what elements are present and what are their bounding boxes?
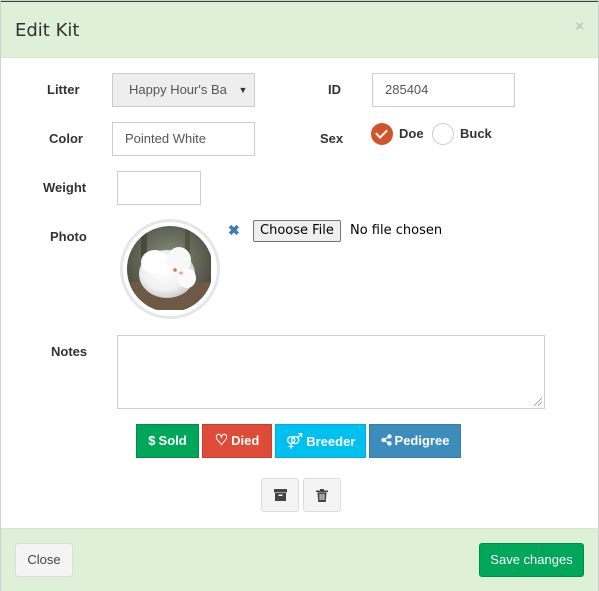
breeder-button[interactable]: ⚤ Breeder xyxy=(275,424,366,458)
sex-doe-label[interactable]: Doe xyxy=(399,126,424,141)
breeder-button-label: Breeder xyxy=(306,434,356,449)
pedigree-button-label: Pedigree xyxy=(394,433,450,448)
save-changes-button[interactable]: Save changes xyxy=(479,543,584,577)
archive-button[interactable] xyxy=(261,478,299,512)
weight-field[interactable] xyxy=(117,171,201,205)
sex-buck-label[interactable]: Buck xyxy=(460,126,492,141)
modal-header: Edit Kit × xyxy=(1,1,598,58)
dollar-icon: $ xyxy=(148,433,156,448)
remove-photo-icon[interactable]: ✖ xyxy=(228,222,240,239)
close-icon[interactable]: × xyxy=(575,18,584,35)
sex-buck-radio[interactable] xyxy=(432,123,454,145)
litter-select[interactable]: Happy Hour's Ba ▼ xyxy=(112,73,255,107)
delete-button[interactable] xyxy=(303,478,341,512)
share-icon xyxy=(380,425,392,457)
id-field[interactable]: 285404 xyxy=(372,73,515,107)
trash-icon xyxy=(316,489,328,502)
color-field[interactable]: Pointed White xyxy=(112,122,255,156)
id-label: ID xyxy=(328,82,341,97)
chevron-down-icon: ▼ xyxy=(238,74,248,106)
gender-icon: ⚤ xyxy=(285,432,304,450)
pedigree-button[interactable]: Pedigree xyxy=(369,424,461,458)
notes-textarea[interactable] xyxy=(117,335,545,409)
weight-label: Weight xyxy=(43,180,87,195)
litter-select-value: Happy Hour's Ba xyxy=(129,82,227,97)
photo-label: Photo xyxy=(50,229,87,244)
edit-kit-modal: Edit Kit × Litter Happy Hour's Ba ▼ ID 2… xyxy=(0,0,599,591)
sold-button-label: Sold xyxy=(158,433,187,448)
litter-label: Litter xyxy=(47,82,80,97)
modal-footer: Close Save changes xyxy=(1,528,598,591)
died-button[interactable]: ♡ Died xyxy=(202,424,272,458)
sex-doe-radio[interactable] xyxy=(371,123,393,145)
notes-label: Notes xyxy=(51,344,88,359)
color-label: Color xyxy=(49,131,83,146)
close-button[interactable]: Close xyxy=(15,543,73,577)
modal-title: Edit Kit xyxy=(15,20,80,41)
sold-button[interactable]: $ Sold xyxy=(136,424,199,458)
resize-handle-icon[interactable] xyxy=(534,398,542,406)
heart-icon: ♡ xyxy=(214,432,229,449)
sex-label: Sex xyxy=(320,131,344,146)
died-button-label: Died xyxy=(231,433,260,448)
choose-file-button[interactable]: Choose File xyxy=(253,220,341,242)
kit-photo xyxy=(120,219,220,319)
archive-icon xyxy=(274,489,287,501)
file-status-text: No file chosen xyxy=(350,223,443,238)
kit-photo-image xyxy=(127,226,213,312)
